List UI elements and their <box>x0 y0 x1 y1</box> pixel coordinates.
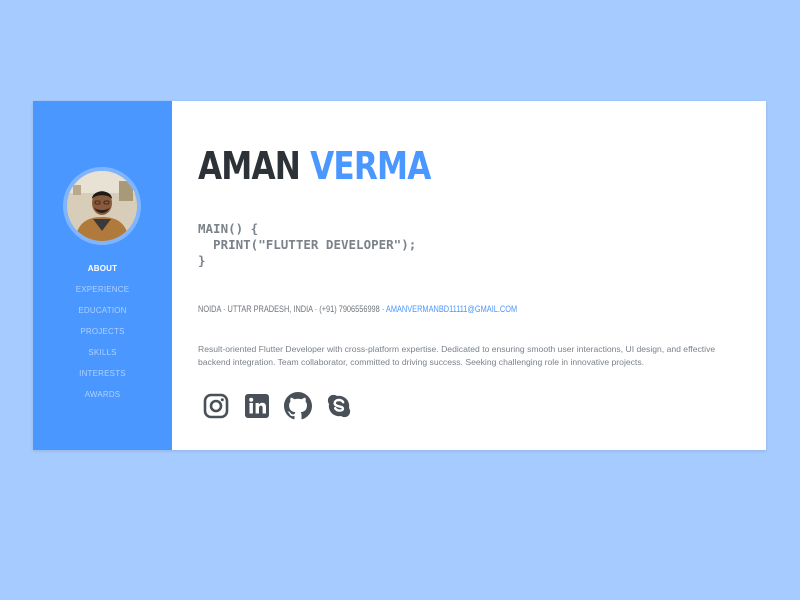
nav-item-interests[interactable]: INTERESTS <box>33 368 172 389</box>
last-name: VERMA <box>310 144 431 188</box>
instagram-icon[interactable] <box>202 392 230 420</box>
code-line: PRINT("FLUTTER DEVELOPER"); <box>198 237 417 252</box>
about-section: AMAN VERMA MAIN() { PRINT("FLUTTER DEVEL… <box>198 101 758 450</box>
resume-card: ABOUT EXPERIENCE EDUCATION PROJECTS SKIL… <box>33 101 766 450</box>
avatar <box>63 167 141 245</box>
code-line: MAIN() { <box>198 221 259 236</box>
social-links <box>202 392 353 420</box>
nav-item-experience[interactable]: EXPERIENCE <box>33 284 172 305</box>
sidebar: ABOUT EXPERIENCE EDUCATION PROJECTS SKIL… <box>33 101 172 450</box>
page-title: AMAN VERMA <box>198 143 431 189</box>
code-snippet: MAIN() { PRINT("FLUTTER DEVELOPER"); } <box>198 221 416 269</box>
first-name: AMAN <box>198 144 301 188</box>
bio-text: Result-oriented Flutter Developer with c… <box>198 344 716 367</box>
email-link[interactable]: AMANVERMANBD11111@GMAIL.COM <box>386 304 517 314</box>
nav-item-skills[interactable]: SKILLS <box>33 347 172 368</box>
nav-item-projects[interactable]: PROJECTS <box>33 326 172 347</box>
location-text: NOIDA · UTTAR PRADESH, INDIA · (+91) 790… <box>198 304 385 314</box>
sidebar-nav: ABOUT EXPERIENCE EDUCATION PROJECTS SKIL… <box>33 263 172 410</box>
nav-item-awards[interactable]: AWARDS <box>33 389 172 410</box>
nav-item-about[interactable]: ABOUT <box>33 263 172 284</box>
nav-item-education[interactable]: EDUCATION <box>33 305 172 326</box>
skype-icon[interactable] <box>325 392 353 420</box>
linkedin-icon[interactable] <box>243 392 271 420</box>
code-line: } <box>198 253 206 268</box>
contact-info: NOIDA · UTTAR PRADESH, INDIA · (+91) 790… <box>198 304 517 314</box>
github-icon[interactable] <box>284 392 312 420</box>
